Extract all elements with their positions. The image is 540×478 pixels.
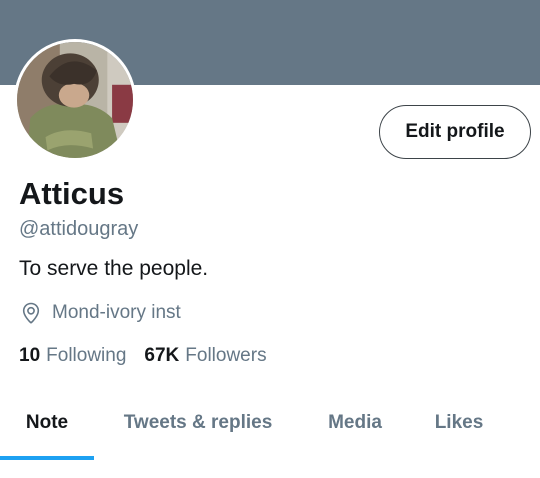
display-name: Atticus [19, 176, 125, 211]
username-handle: @attidougray [19, 218, 139, 240]
following-link[interactable]: 10 Following [19, 345, 126, 367]
bio-text: To serve the people. [19, 257, 209, 280]
avatar[interactable] [14, 39, 136, 161]
followers-link[interactable]: 67K Followers [144, 345, 266, 367]
followers-label: Followers [185, 345, 267, 366]
following-count: 10 [19, 345, 41, 366]
location-text: Mond-ivory inst [52, 302, 181, 323]
tab-likes[interactable]: Likes [422, 400, 496, 446]
following-label: Following [46, 345, 127, 366]
tab-tweets-and-replies[interactable]: Tweets & replies [110, 400, 286, 446]
tab-media[interactable]: Media [316, 400, 394, 446]
location: Mond-ivory inst [19, 301, 181, 325]
profile-tabs: Note Tweets & replies Media Likes [0, 400, 540, 462]
avatar-image [17, 42, 133, 158]
tab-note[interactable]: Note [0, 400, 94, 446]
edit-profile-button[interactable]: Edit profile [379, 105, 531, 159]
active-tab-indicator [0, 456, 94, 460]
follow-stats: 10 Following 67K Followers [19, 345, 285, 367]
location-pin-icon [22, 302, 40, 324]
followers-count: 67K [144, 345, 180, 366]
